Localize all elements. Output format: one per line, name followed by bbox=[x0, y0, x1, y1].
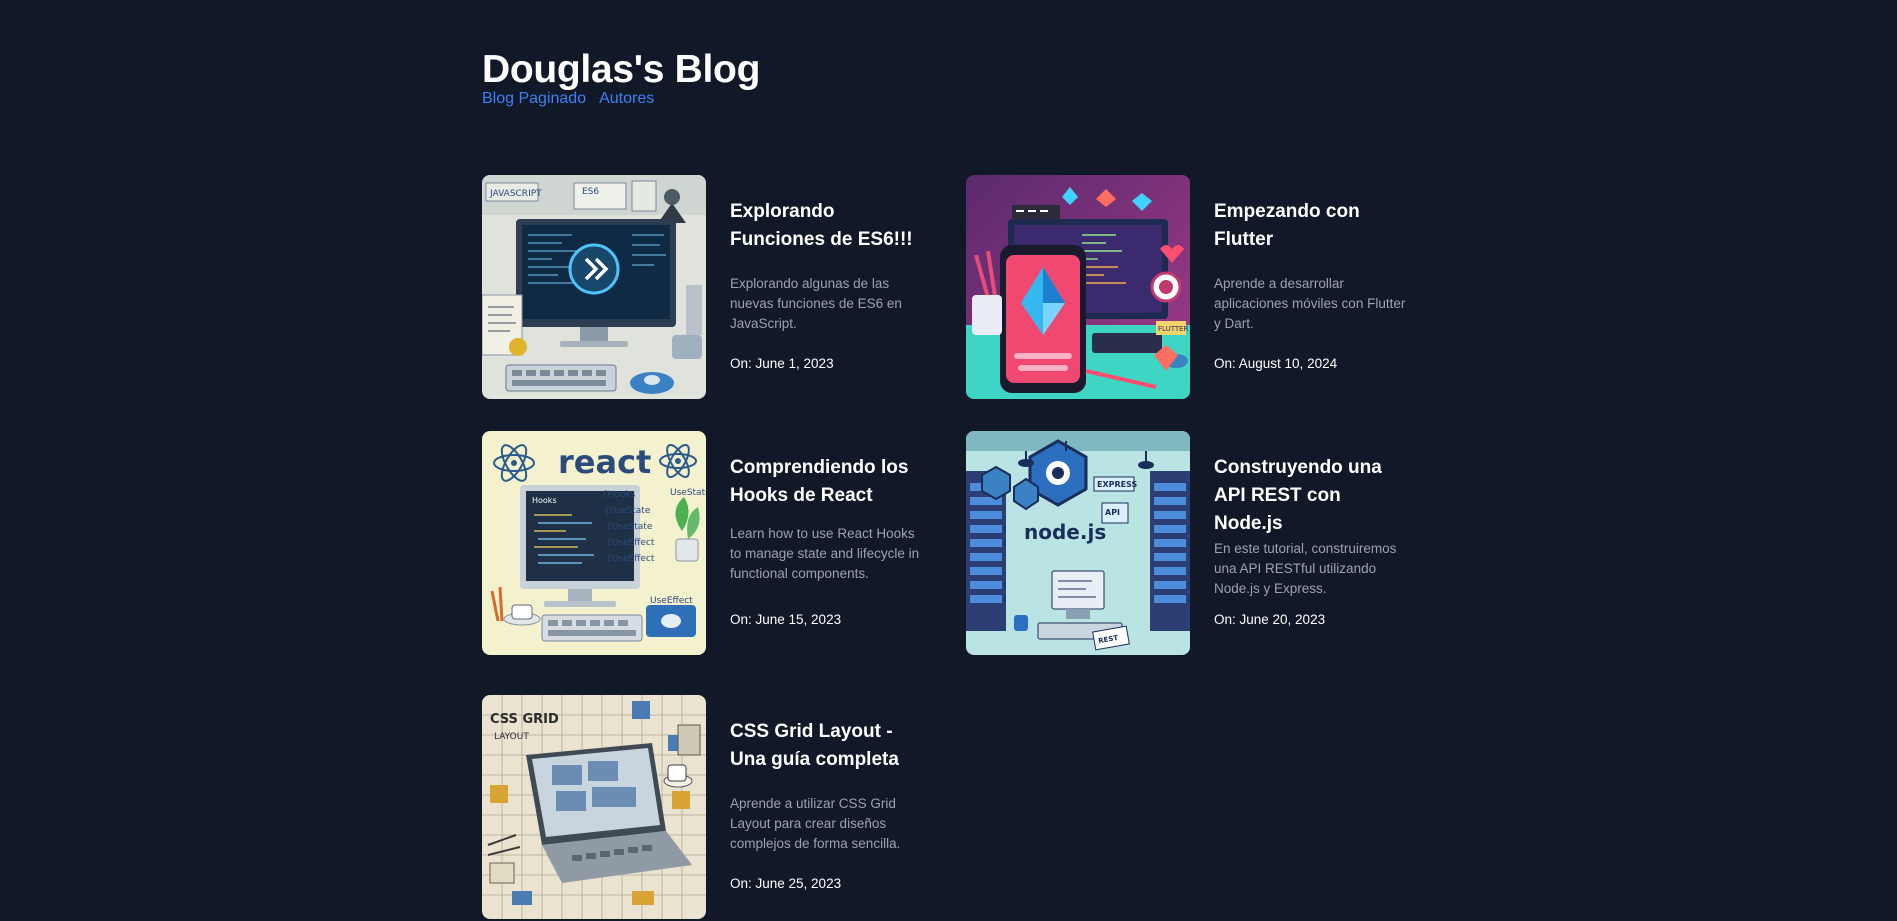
post-body: Comprendiendo los Hooks de React Learn h… bbox=[730, 431, 922, 655]
svg-text:{UseEffect: {UseEffect bbox=[606, 538, 655, 548]
post-card[interactable]: EXPRESS API node.js REST Construyendo un… bbox=[966, 431, 1426, 657]
nav-link-blog-paginado[interactable]: Blog Paginado bbox=[482, 89, 586, 109]
post-description: Aprende a desarrollar aplicaciones móvil… bbox=[1214, 276, 1406, 331]
image-label: Hooks bbox=[532, 496, 557, 505]
nodejs-illustration: EXPRESS API node.js REST bbox=[966, 431, 1190, 655]
post-title[interactable]: Empezando con Flutter bbox=[1214, 198, 1406, 254]
svg-text:{UseEffect: {UseEffect bbox=[606, 554, 655, 564]
post-date: On: August 10, 2024 bbox=[1214, 356, 1338, 371]
post-description: Explorando algunas de las nuevas funcion… bbox=[730, 276, 902, 331]
post-card[interactable]: JAVASCRIPT ES6 Explorando Funciones de E… bbox=[482, 175, 942, 401]
image-label: JAVASCRIPT bbox=[489, 189, 542, 199]
post-thumbnail[interactable]: CSS GRID LAYOUT bbox=[482, 695, 706, 919]
post-thumbnail[interactable]: react Hooks {Hooks {UseState {UseState {… bbox=[482, 431, 706, 655]
es6-illustration: JAVASCRIPT ES6 bbox=[482, 175, 706, 399]
post-title[interactable]: Construyendo una API REST con Node.js bbox=[1214, 454, 1406, 538]
image-label: FLUTTER bbox=[1158, 325, 1189, 333]
post-date: On: June 1, 2023 bbox=[730, 356, 834, 371]
image-label: ES6 bbox=[582, 187, 599, 197]
post-thumbnail[interactable]: JAVASCRIPT ES6 bbox=[482, 175, 706, 399]
post-title[interactable]: Explorando Funciones de ES6!!! bbox=[730, 198, 922, 254]
image-label: UseState bbox=[670, 488, 706, 498]
site-title: Douglas's Blog bbox=[482, 48, 761, 91]
css-grid-illustration: CSS GRID LAYOUT bbox=[482, 695, 706, 919]
image-label: node.js bbox=[1024, 520, 1106, 544]
svg-text:{UseState: {UseState bbox=[606, 522, 653, 532]
post-thumbnail[interactable]: FLUTTER bbox=[966, 175, 1190, 399]
post-description: En este tutorial, construiremos una API … bbox=[1214, 541, 1397, 596]
main-nav: Blog Paginado Autores bbox=[482, 89, 654, 109]
svg-text:{Hooks: {Hooks bbox=[602, 490, 636, 500]
post-card[interactable]: FLUTTER Empezando con Flutter Aprende a … bbox=[966, 175, 1426, 401]
post-date: On: June 15, 2023 bbox=[730, 612, 842, 627]
post-date: On: June 25, 2023 bbox=[730, 876, 842, 891]
image-label: EXPRESS bbox=[1097, 480, 1138, 489]
svg-text:{UseState: {UseState bbox=[604, 506, 651, 516]
post-title[interactable]: CSS Grid Layout - Una guía completa bbox=[730, 718, 922, 774]
post-card[interactable]: react Hooks {Hooks {UseState {UseState {… bbox=[482, 431, 942, 657]
post-body: Explorando Funciones de ES6!!! Explorand… bbox=[730, 175, 922, 399]
flutter-illustration: FLUTTER bbox=[966, 175, 1190, 399]
image-label: LAYOUT bbox=[494, 732, 529, 742]
post-description: Aprende a utilizar CSS Grid Layout para … bbox=[730, 796, 901, 851]
post-card[interactable]: CSS GRID LAYOUT CSS Grid Layout - Una gu… bbox=[482, 695, 942, 921]
post-date: On: June 20, 2023 bbox=[1214, 612, 1326, 627]
image-label: CSS GRID bbox=[490, 712, 559, 727]
post-title[interactable]: Comprendiendo los Hooks de React bbox=[730, 454, 922, 510]
nav-link-autores[interactable]: Autores bbox=[599, 89, 654, 109]
image-label: UseEffect bbox=[650, 596, 693, 606]
post-thumbnail[interactable]: EXPRESS API node.js REST bbox=[966, 431, 1190, 655]
react-illustration: react Hooks {Hooks {UseState {UseState {… bbox=[482, 431, 706, 655]
post-body: Empezando con Flutter Aprende a desarrol… bbox=[1214, 175, 1406, 399]
image-label: API bbox=[1105, 508, 1120, 517]
image-label: react bbox=[558, 443, 651, 481]
post-body: Construyendo una API REST con Node.js En… bbox=[1214, 431, 1406, 655]
post-body: CSS Grid Layout - Una guía completa Apre… bbox=[730, 695, 922, 919]
post-description: Learn how to use React Hooks to manage s… bbox=[730, 526, 920, 581]
